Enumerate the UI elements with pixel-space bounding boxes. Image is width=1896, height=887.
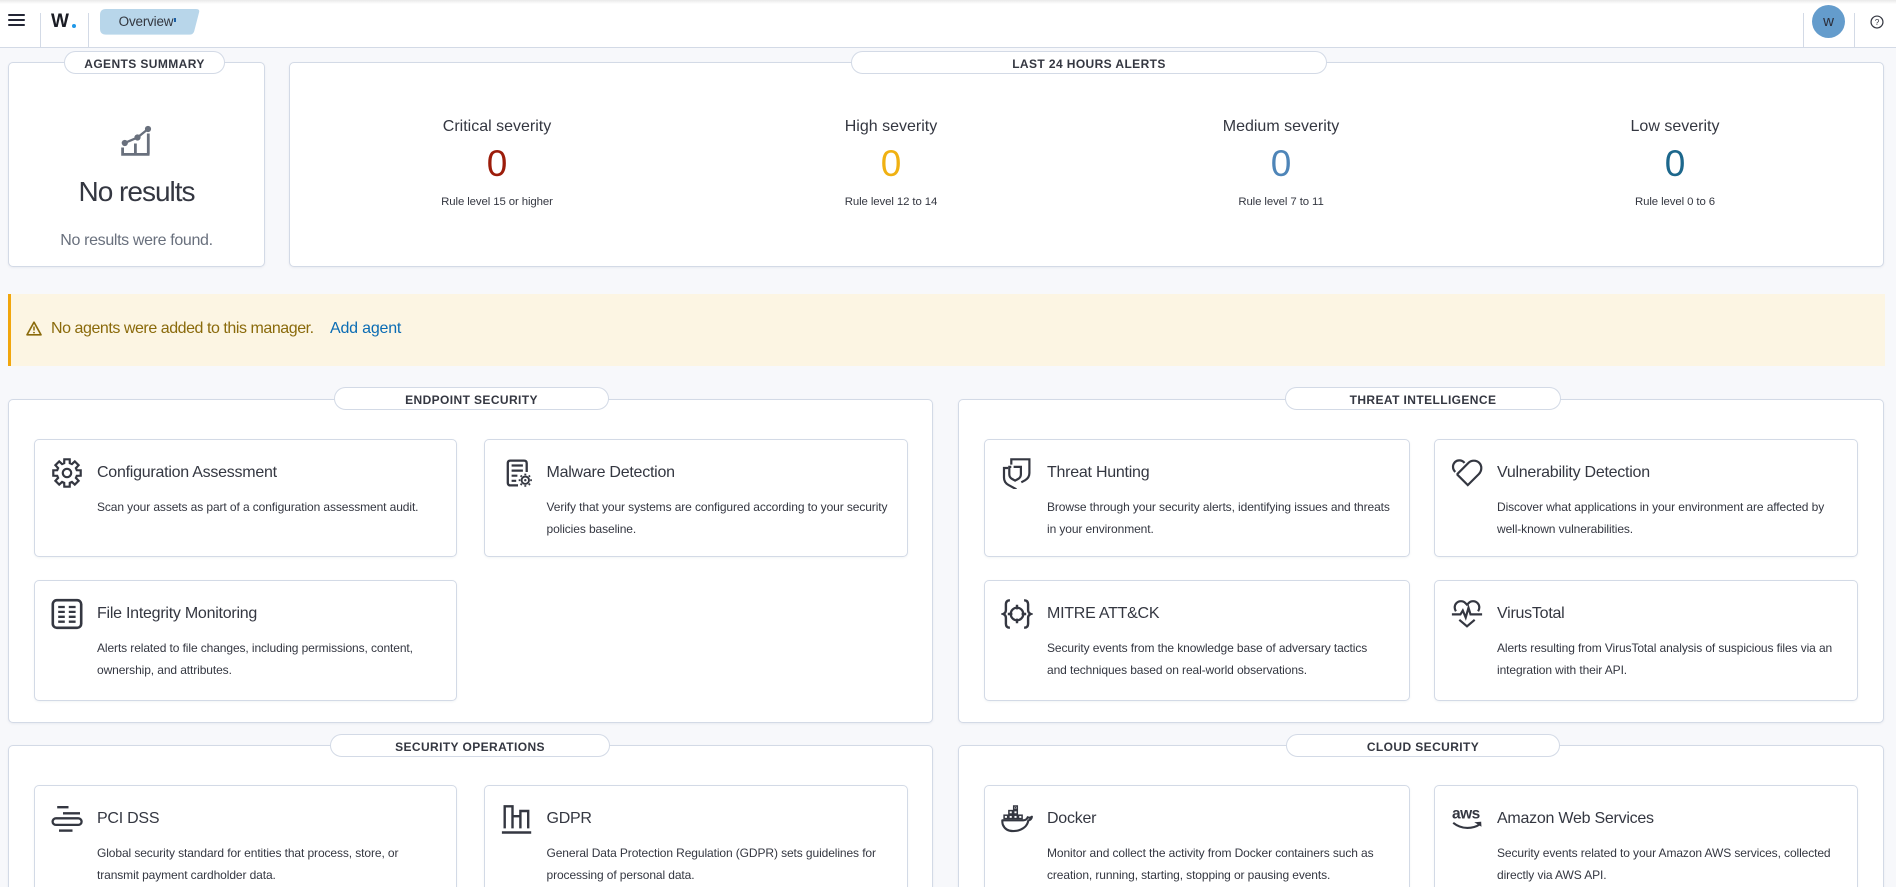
svg-text:?: ? (1875, 17, 1880, 27)
svg-text:aws: aws (1452, 806, 1480, 823)
